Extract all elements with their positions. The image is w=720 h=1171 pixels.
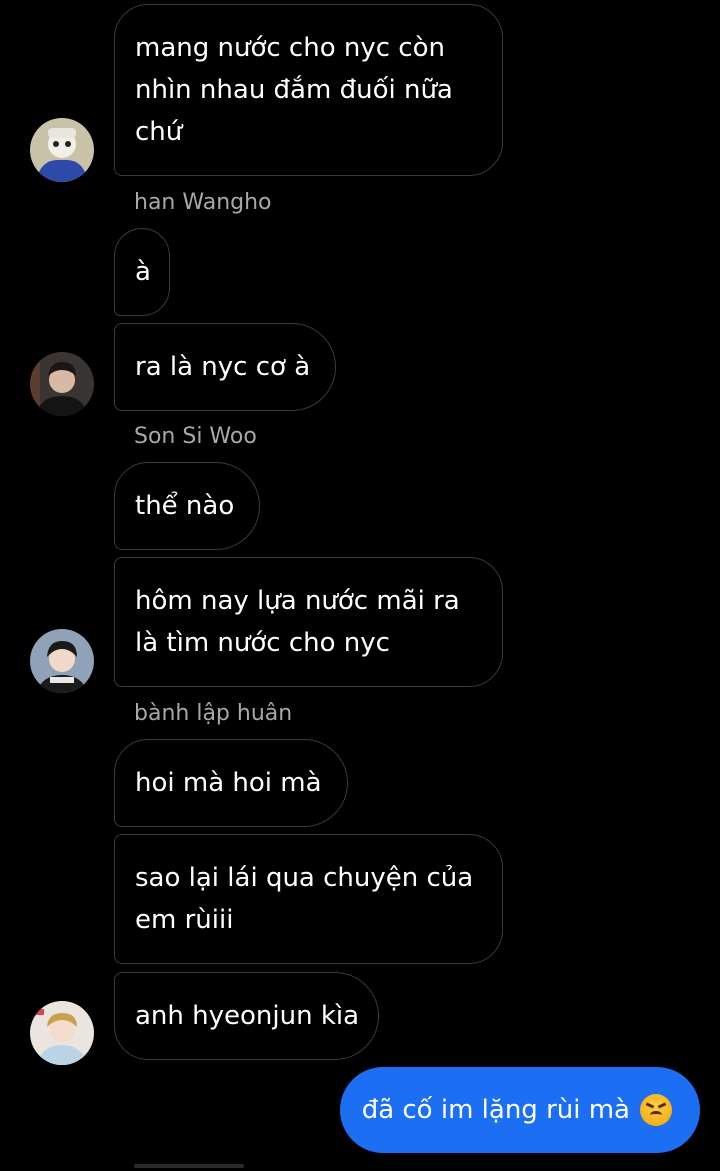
message-text: ra là nyc cơ à — [135, 352, 311, 382]
message-text: thể nào — [135, 491, 235, 521]
message-text: hôm nay lựa nước mãi ra là tìm nước cho … — [135, 586, 460, 658]
message-bubble[interactable]: mang nước cho nyc còn nhìn nhau đắm đuối… — [114, 4, 503, 176]
message-bubble[interactable]: thể nào — [114, 462, 260, 550]
message-bubble[interactable]: anh hyeonjun kìa — [114, 972, 379, 1060]
message-text: hoi mà hoi mà — [135, 768, 322, 798]
sender-name: Son Si Woo — [134, 424, 257, 449]
avatar[interactable] — [30, 1001, 94, 1065]
outgoing-message-bubble[interactable]: đã cố im lặng rùi mà — [339, 1067, 700, 1153]
avatar-image — [30, 118, 94, 182]
message-bubble[interactable]: ra là nyc cơ à — [114, 323, 336, 411]
angry-face-emoji-icon — [640, 1094, 672, 1126]
next-sender-label-peek — [134, 1164, 244, 1168]
avatar[interactable] — [30, 629, 94, 693]
avatar-image — [30, 1001, 94, 1065]
message-text: anh hyeonjun kìa — [135, 1001, 360, 1031]
avatar[interactable] — [30, 118, 94, 182]
message-bubble[interactable]: hôm nay lựa nước mãi ra là tìm nước cho … — [114, 557, 503, 687]
message-text: sao lại lái qua chuyện của em rùiii — [135, 863, 474, 935]
sender-name: bành lập huân — [134, 701, 293, 726]
avatar-image — [30, 629, 94, 693]
outgoing-message-text: đã cố im lặng rùi mà — [361, 1095, 630, 1125]
message-bubble[interactable]: sao lại lái qua chuyện của em rùiii — [114, 834, 503, 964]
avatar[interactable] — [30, 352, 94, 416]
message-text: mang nước cho nyc còn nhìn nhau đắm đuối… — [135, 33, 453, 147]
avatar-image — [30, 352, 94, 416]
message-bubble[interactable]: hoi mà hoi mà — [114, 739, 348, 827]
message-bubble[interactable]: à — [114, 228, 170, 316]
sender-name: han Wangho — [134, 190, 272, 215]
message-text: à — [135, 257, 151, 287]
